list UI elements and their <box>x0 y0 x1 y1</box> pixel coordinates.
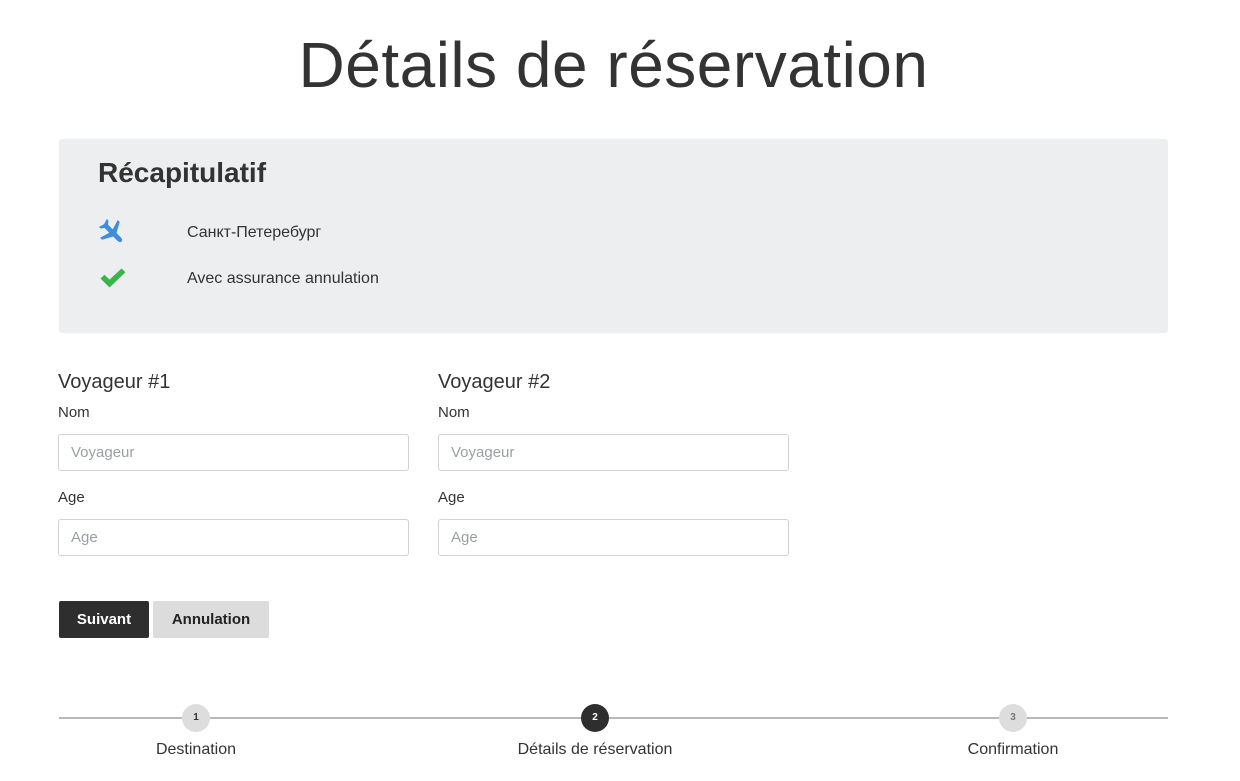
step-1-label: Destination <box>155 741 237 758</box>
traveler-1-form: Voyageur #1 Nom Age <box>58 371 410 556</box>
summary-title: Récapitulatif <box>98 157 267 188</box>
check-icon <box>97 263 129 293</box>
summary-panel: Récapitulatif Санкт-Петеребург Avec assu… <box>59 139 1168 333</box>
traveler-1-heading: Voyageur #1 <box>58 371 171 393</box>
traveler-2-name-label: Nom <box>438 404 470 421</box>
traveler-1-name-input[interactable] <box>58 434 409 471</box>
next-button[interactable]: Suivant <box>59 601 149 638</box>
summary-insurance-row: Avec assurance annulation <box>59 263 659 293</box>
traveler-2-age-input[interactable] <box>438 519 789 556</box>
step-2-label: Détails de réservation <box>517 741 673 758</box>
step-2-number: 2 <box>581 704 609 732</box>
traveler-2-form: Voyageur #2 Nom Age <box>438 371 790 556</box>
traveler-1-name-label: Nom <box>58 404 90 421</box>
traveler-2-age-label: Age <box>438 489 465 506</box>
traveler-2-heading: Voyageur #2 <box>438 371 551 393</box>
step-1-number: 1 <box>182 704 210 732</box>
summary-destination-row: Санкт-Петеребург <box>59 217 659 247</box>
step-destination[interactable]: 1 Destination <box>81 704 311 759</box>
step-confirmation[interactable]: 3 Confirmation <box>898 704 1128 759</box>
traveler-1-age-label: Age <box>58 489 85 506</box>
step-booking-details[interactable]: 2 Détails de réservation <box>480 704 710 759</box>
page-title: Détails de réservation <box>298 29 929 101</box>
step-3-label: Confirmation <box>967 741 1059 758</box>
traveler-1-age-input[interactable] <box>58 519 409 556</box>
insurance-text: Avec assurance annulation <box>187 270 379 287</box>
cancel-button[interactable]: Annulation <box>153 601 269 638</box>
step-3-number: 3 <box>999 704 1027 732</box>
destination-text: Санкт-Петеребург <box>187 224 322 241</box>
plane-icon <box>97 217 129 247</box>
traveler-2-name-input[interactable] <box>438 434 789 471</box>
